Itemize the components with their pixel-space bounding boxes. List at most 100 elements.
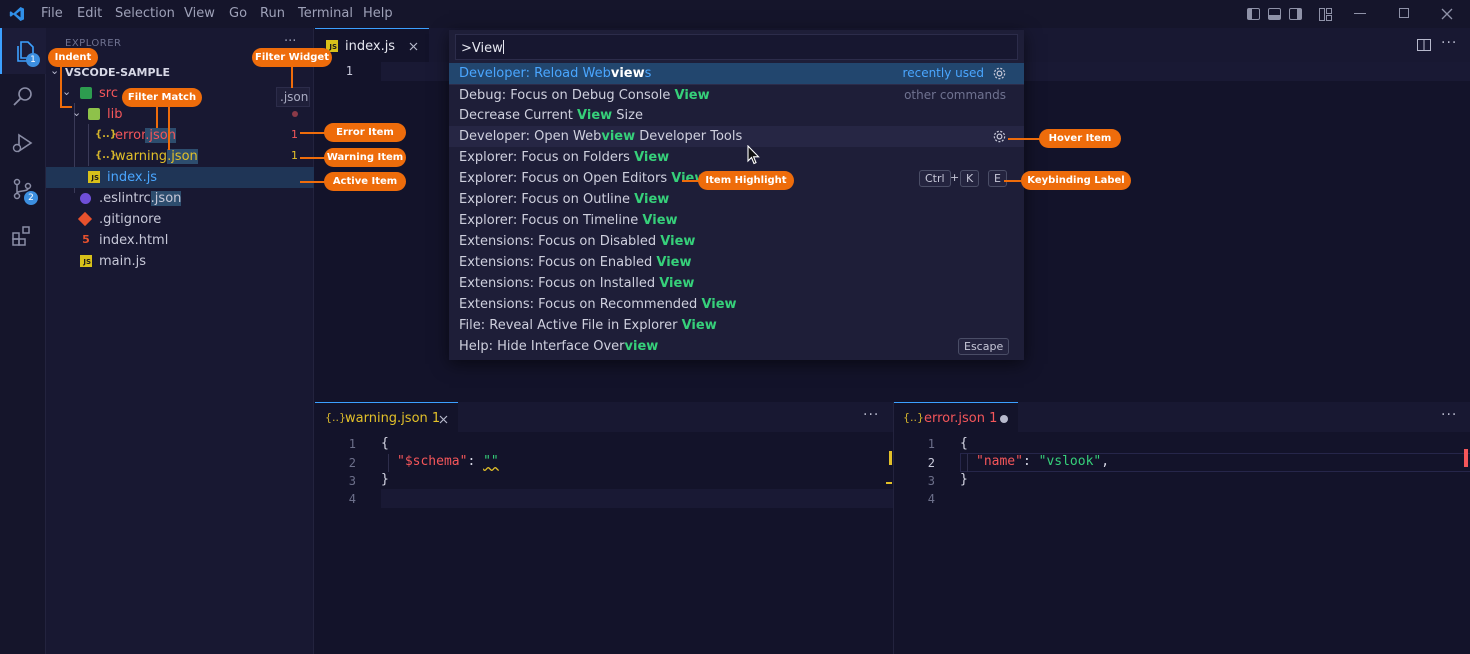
minimize-button[interactable] xyxy=(1354,13,1366,14)
tab-warning-json[interactable]: {..} warning.json 1 xyxy=(315,402,458,432)
search-icon xyxy=(13,87,32,106)
quick-pick-label: Developer: Reload Webviews xyxy=(459,66,652,81)
toggle-primary-sidebar-icon[interactable] xyxy=(1247,8,1260,20)
quick-pick-item[interactable]: Debug: Focus on Debug Console View other… xyxy=(449,84,1024,105)
customize-layout-icon[interactable] xyxy=(1319,8,1332,21)
tree-item-gitignore[interactable]: .gitignore xyxy=(46,209,314,230)
tree-item-index-js[interactable]: JS index.js xyxy=(46,167,314,188)
quick-pick-item[interactable]: Help: Hide Interface Overview Escape xyxy=(449,336,1024,357)
annotation-line xyxy=(300,132,326,134)
chevron-down-icon: ⌄ xyxy=(72,106,82,119)
line-number: 3 xyxy=(348,474,356,488)
quick-pick-item[interactable]: Extensions: Focus on Recommended View xyxy=(449,294,1024,315)
keybinding-label-annotation: Keybinding Label xyxy=(1021,171,1131,190)
quick-pick-label: Decrease Current View Size xyxy=(459,108,643,123)
quick-pick-label: Help: Hide Interface Overview xyxy=(459,339,659,354)
source-control-activity[interactable]: 2 xyxy=(0,166,46,212)
tab-error-json[interactable]: {..} error.json 1 xyxy=(894,402,1018,432)
annotation-line xyxy=(1008,138,1040,140)
quick-pick-item[interactable]: Extensions: Focus on Disabled View xyxy=(449,231,1024,252)
tree-item-error-json[interactable]: {..} error.json 1 xyxy=(46,125,314,146)
scm-badge: 2 xyxy=(24,191,38,205)
split-editor-icon[interactable] xyxy=(1417,38,1431,52)
current-line-highlight xyxy=(381,489,893,508)
toggle-secondary-sidebar-icon[interactable] xyxy=(1289,8,1302,20)
tab-label: index.js xyxy=(345,39,396,54)
toggle-panel-icon[interactable] xyxy=(1268,8,1281,20)
run-debug-activity[interactable] xyxy=(0,120,46,166)
menu-selection[interactable]: Selection xyxy=(115,6,175,21)
tree-item-label: src xyxy=(99,86,118,101)
workspace-root-label: VSCODE-SAMPLE xyxy=(65,66,171,79)
other-commands-label: other commands xyxy=(904,88,1006,102)
recently-used-label: recently used xyxy=(902,66,984,80)
tree-item-lib[interactable]: ⌄ lib xyxy=(46,104,314,125)
menu-go[interactable]: Go xyxy=(229,6,247,21)
keybinding-key: K xyxy=(960,170,980,187)
quick-pick-label: Explorer: Focus on Timeline View xyxy=(459,213,678,228)
gear-icon[interactable] xyxy=(992,66,1007,81)
tree-item-index-html[interactable]: 5 index.html xyxy=(46,230,314,251)
gear-icon[interactable] xyxy=(992,129,1007,144)
menu-edit[interactable]: Edit xyxy=(77,6,102,21)
search-activity[interactable] xyxy=(0,74,46,120)
mouse-pointer-icon xyxy=(747,145,760,165)
tab-index-js[interactable]: JS index.js xyxy=(315,28,429,62)
quick-pick-item[interactable]: Explorer: Focus on Timeline View xyxy=(449,210,1024,231)
editor-more-icon[interactable]: ··· xyxy=(863,407,879,423)
menu-run[interactable]: Run xyxy=(260,6,285,21)
editor-tabs-bottom-left: {..} warning.json 1 ··· xyxy=(315,402,893,432)
quick-pick-item[interactable]: Explorer: Focus on Outline View xyxy=(449,189,1024,210)
quick-pick-item[interactable]: File: Reveal Active File in Explorer Vie… xyxy=(449,315,1024,336)
warning-ruler-marker xyxy=(886,482,892,484)
editor-more-icon[interactable]: ··· xyxy=(1441,407,1457,423)
indent-annotation: Indent xyxy=(48,48,98,67)
code-token: } xyxy=(381,472,389,487)
close-window-button[interactable] xyxy=(1441,8,1453,20)
restore-button[interactable] xyxy=(1399,8,1409,18)
sidebar-more-icon[interactable]: ··· xyxy=(284,34,296,49)
keybinding-separator: + xyxy=(950,171,960,184)
quick-pick-label: Explorer: Focus on Open Editors View xyxy=(459,171,707,186)
quick-pick-item[interactable]: Extensions: Focus on Enabled View xyxy=(449,252,1024,273)
extensions-icon xyxy=(12,226,30,246)
menu-help[interactable]: Help xyxy=(363,6,393,21)
vscode-logo-icon xyxy=(9,7,24,21)
tree-item-eslintrc[interactable]: .eslintrc.json xyxy=(46,188,314,209)
close-tab-icon[interactable] xyxy=(439,415,448,424)
close-tab-icon[interactable] xyxy=(409,42,418,51)
unsaved-dot-icon[interactable] xyxy=(1000,415,1008,423)
tree-item-label: lib xyxy=(107,107,123,122)
quick-pick-label: Developer: Open Webview Developer Tools xyxy=(459,129,743,144)
extensions-activity[interactable] xyxy=(0,212,46,258)
html-file-icon: 5 xyxy=(82,233,90,246)
annotation-line xyxy=(300,181,326,183)
command-palette-input[interactable]: >View xyxy=(455,34,1018,60)
code-token: { xyxy=(960,436,968,451)
quick-pick-item[interactable]: Developer: Reload Webviews recently used xyxy=(449,63,1024,84)
quick-pick-item[interactable]: Decrease Current View Size xyxy=(449,105,1024,126)
quick-pick-label: Debug: Focus on Debug Console View xyxy=(459,88,710,103)
filter-match-highlight: .json xyxy=(150,191,182,206)
editor-more-icon[interactable]: ··· xyxy=(1441,35,1457,51)
menu-terminal[interactable]: Terminal xyxy=(298,6,353,21)
quick-pick-item-hovered[interactable]: Developer: Open Webview Developer Tools xyxy=(449,126,1024,147)
git-file-icon xyxy=(77,211,93,227)
code-token: } xyxy=(960,472,968,487)
quick-pick-item[interactable]: Explorer: Focus on Folders View xyxy=(449,147,1024,168)
warning-scroll-marker xyxy=(889,451,892,465)
menu-file[interactable]: File xyxy=(41,6,63,21)
title-bar: File Edit Selection View Go Run Terminal… xyxy=(0,0,1470,28)
quick-pick-label: Explorer: Focus on Folders View xyxy=(459,150,670,165)
json-file-icon: {..} xyxy=(95,150,117,161)
item-highlight-annotation: Item Highlight xyxy=(698,171,794,190)
quick-pick-label: Explorer: Focus on Outline View xyxy=(459,192,670,207)
warning-count: 1 xyxy=(291,149,298,162)
explorer-activity[interactable]: 1 xyxy=(0,28,46,74)
tree-item-main-js[interactable]: JS main.js xyxy=(46,251,314,272)
tree-item-warning-json[interactable]: {..} warning.json 1 xyxy=(46,146,314,167)
line-number: 4 xyxy=(348,492,356,506)
menu-view[interactable]: View xyxy=(184,6,215,21)
tree-item-label: index.html xyxy=(99,233,169,248)
quick-pick-item[interactable]: Extensions: Focus on Installed View xyxy=(449,273,1024,294)
